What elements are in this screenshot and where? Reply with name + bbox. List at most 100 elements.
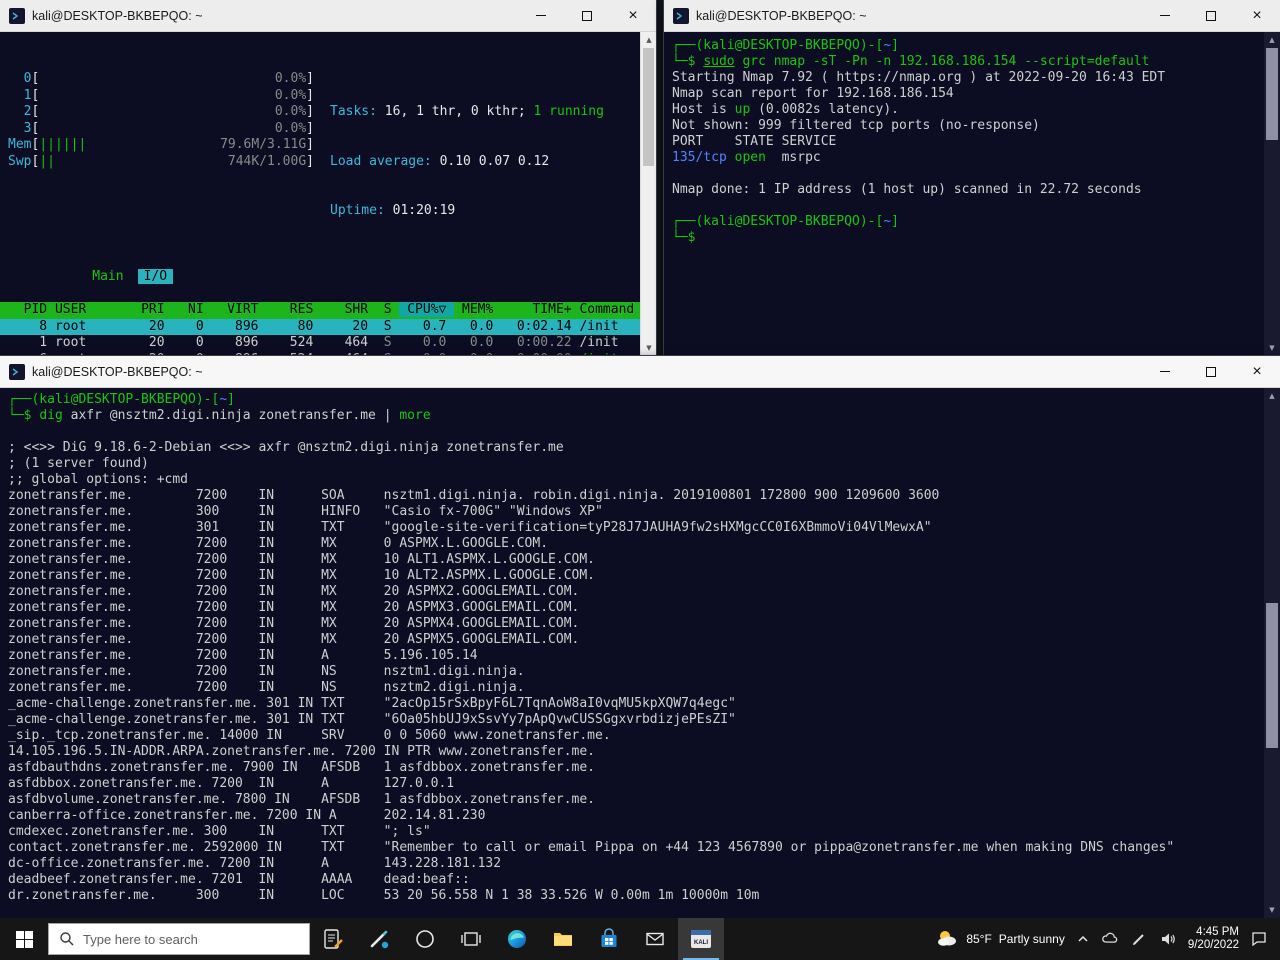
htop-cpu-meter-3: 3[0.0%] [8,121,314,138]
close-button[interactable]: × [1234,0,1280,31]
scroll-up-arrow-icon[interactable]: ▲ [641,33,657,47]
htop-column-header[interactable]: CPU%▽ [399,302,454,317]
htop-memory-meter: Mem[||||||79.6M/3.11G] [8,137,314,154]
terminal-line: zonetransfer.me. 7200 IN MX 20 ASPMX3.GO… [8,600,1264,616]
terminal-line: deadbeef.zonetransfer.me. 7201 IN AAAA d… [8,872,1264,888]
window-htop: kali@DESKTOP-BKBEPQO: ~ × 0[0.0%] 1[0.0%… [0,0,656,356]
hidden-icons-button[interactable] [1076,932,1090,946]
htop-column-header[interactable]: Command [579,302,634,317]
terminal-line: zonetransfer.me. 301 IN TXT "google-site… [8,520,1264,536]
maximize-button[interactable] [1188,0,1234,31]
edge-button[interactable] [494,918,540,960]
terminal-line: ┌──(kali@DESKTOP-BKBEPQO)-[~] [8,392,1264,408]
maximize-button[interactable] [564,0,610,31]
terminal-line: Nmap done: 1 IP address (1 host up) scan… [672,182,1264,198]
mail-envelope-icon [644,928,666,950]
window-nmap: kali@DESKTOP-BKBEPQO: ~ × ┌──(kali@DESKT… [664,0,1280,356]
close-button[interactable]: × [610,0,656,31]
taskbar-kali-terminal-button[interactable]: KALI [678,918,724,960]
titlebar-dig[interactable]: kali@DESKTOP-BKBEPQO: ~ × [0,356,1280,388]
htop-process-row[interactable]: 8 root 20 0 896 80 20 S 0.7 0.0 0:02.14 … [0,319,640,336]
terminal-line: zonetransfer.me. 7200 IN NS nsztm2.digi.… [8,680,1264,696]
task-view-icon [460,928,482,950]
htop-column-header[interactable]: NI [172,302,211,317]
scroll-down-arrow-icon[interactable]: ▼ [641,341,657,355]
close-button[interactable]: × [1234,356,1280,387]
taskbar-journal-button[interactable] [310,918,356,960]
minimize-button[interactable] [1142,0,1188,31]
htop-column-header[interactable]: PRI [133,302,172,317]
mail-button[interactable] [632,918,678,960]
htop-column-header[interactable]: USER [55,302,133,317]
htop-cpu-meter-1: 1[0.0%] [8,88,314,105]
search-box[interactable] [48,923,310,955]
cloud-icon [1101,930,1119,948]
clock-time: 4:45 PM [1188,926,1239,940]
search-input[interactable] [83,932,299,947]
terminal-line: zonetransfer.me. 7200 IN MX 10 ALT1.ASPM… [8,552,1264,568]
volume-tray-button[interactable] [1159,930,1177,948]
minimize-button[interactable] [518,0,564,31]
cortana-button[interactable] [402,918,448,960]
action-center-button[interactable] [1250,930,1268,948]
htop-column-header[interactable]: SHR [321,302,376,317]
dig-terminal[interactable]: ┌──(kali@DESKTOP-BKBEPQO)-[~]└─$ dig axf… [0,388,1264,918]
htop-column-header[interactable]: S [376,302,399,317]
pen-tray-button[interactable] [1130,930,1148,948]
scroll-down-arrow-icon[interactable]: ▼ [1264,341,1280,355]
terminal-line [672,166,1264,182]
terminal-line: zonetransfer.me. 7200 IN MX 20 ASPMX5.GO… [8,632,1264,648]
scroll-down-arrow-icon[interactable]: ▼ [1264,903,1280,917]
terminal-line: └─$ dig axfr @nsztm2.digi.ninja zonetran… [8,408,1264,424]
task-view-button[interactable] [448,918,494,960]
htop-uptime-line: Uptime: 01:20:19 [330,203,604,220]
weather-button[interactable]: 85°F Partly sunny [935,927,1065,951]
terminal-line: ┌──(kali@DESKTOP-BKBEPQO)-[~] [672,214,1264,230]
start-button[interactable] [0,918,48,960]
edge-browser-icon [506,928,528,950]
htop-column-header[interactable]: TIME+ [501,302,579,317]
microsoft-store-button[interactable] [586,918,632,960]
scrollbar-thumb[interactable] [1266,48,1278,140]
htop-terminal[interactable]: 0[0.0%] 1[0.0%] 2[0.0%] 3[0.0%]Mem[|||||… [0,32,640,356]
scrollbar-dig[interactable]: ▲ ▼ [1264,388,1280,918]
htop-process-table: 8 root 20 0 896 80 20 S 0.7 0.0 0:02.14 … [8,319,640,357]
scrollbar-thumb[interactable] [643,48,654,166]
weather-condition: Partly sunny [999,932,1065,946]
terminal-line: _sip._tcp.zonetransfer.me. 14000 IN SRV … [8,728,1264,744]
scrollbar-htop[interactable]: ▲ ▼ [640,32,656,356]
nmap-terminal[interactable]: ┌──(kali@DESKTOP-BKBEPQO)-[~] └─$ sudo gr… [664,32,1264,356]
terminal-line: zonetransfer.me. 7200 IN MX 10 ALT2.ASPM… [8,568,1264,584]
htop-tab-io[interactable]: I/O [138,269,173,284]
onedrive-tray-button[interactable] [1101,930,1119,948]
file-explorer-button[interactable] [540,918,586,960]
scrollbar-nmap[interactable]: ▲ ▼ [1264,32,1280,356]
scroll-up-arrow-icon[interactable]: ▲ [1264,33,1280,47]
terminal-line: zonetransfer.me. 300 IN HINFO "Casio fx-… [8,504,1264,520]
minimize-button[interactable] [1142,356,1188,387]
svg-text:KALI: KALI [694,940,708,946]
taskbar-ink-button[interactable] [356,918,402,960]
htop-column-header[interactable]: MEM% [454,302,501,317]
terminal-line: └─$ sudo grc nmap -sT -Pn -n 192.168.186… [672,54,1264,70]
taskbar: KALI 85°F Partly sunny 4:45 PM 9/20 [0,918,1280,960]
htop-column-header[interactable]: VIRT [212,302,267,317]
htop-column-header[interactable]: RES [266,302,321,317]
weather-temp: 85°F [966,932,991,946]
terminal-line: Nmap scan report for 192.168.186.154 [672,86,1264,102]
maximize-button[interactable] [1188,356,1234,387]
terminal-line: ;; global options: +cmd [8,472,1264,488]
terminal-line: dc-office.zonetransfer.me. 7200 IN A 143… [8,856,1264,872]
scrollbar-thumb[interactable] [1266,603,1278,748]
clock-button[interactable]: 4:45 PM 9/20/2022 [1188,926,1239,953]
htop-tab-main[interactable]: Main [86,269,129,284]
htop-column-header[interactable]: PID [8,302,55,317]
scroll-up-arrow-icon[interactable]: ▲ [1264,389,1280,403]
clock-date: 9/20/2022 [1188,939,1239,953]
notification-bubble-icon [1250,930,1268,948]
htop-process-row[interactable]: 1 root 20 0 896 524 464 S 0.0 0.0 0:00.2… [0,335,640,352]
titlebar-htop[interactable]: kali@DESKTOP-BKBEPQO: ~ × [0,0,656,32]
htop-meter-column: 0[0.0%] 1[0.0%] 2[0.0%] 3[0.0%]Mem[|||||… [8,71,314,253]
htop-table-header[interactable]: PID USER PRI NI VIRT RES SHR S CPU%▽ MEM… [0,302,640,319]
titlebar-nmap[interactable]: kali@DESKTOP-BKBEPQO: ~ × [664,0,1280,32]
